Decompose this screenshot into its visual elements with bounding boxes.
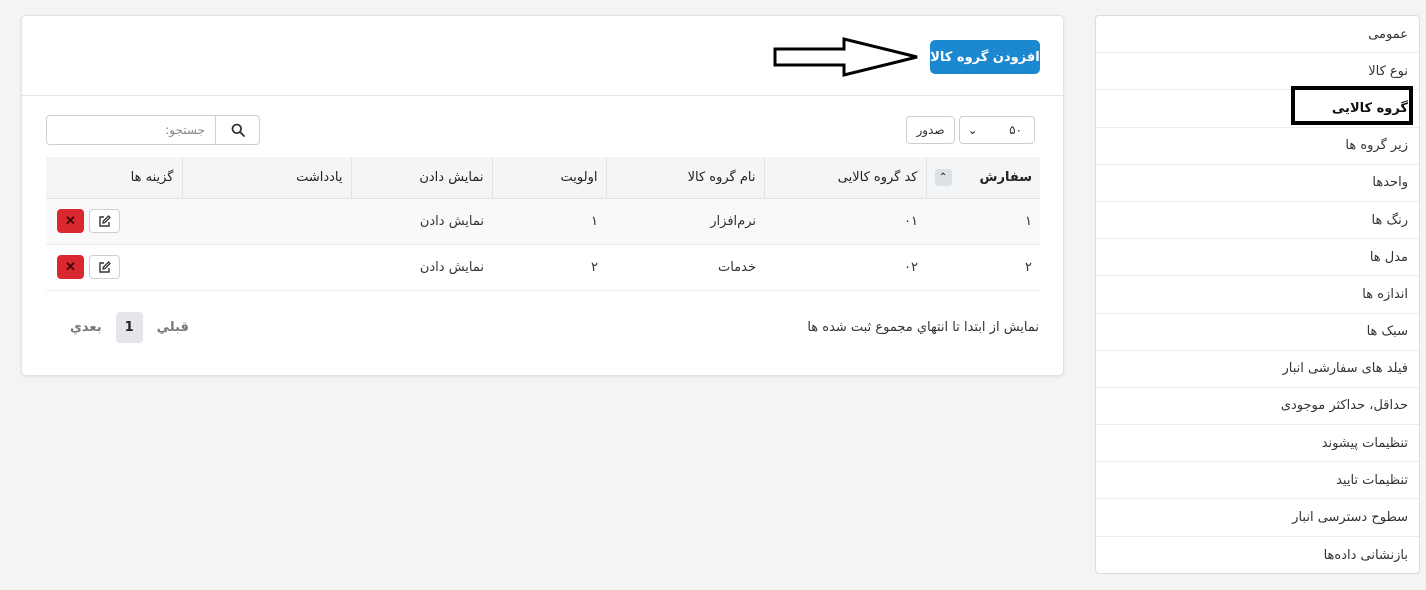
cell-note — [182, 244, 351, 291]
cell-options: ✕ — [46, 244, 182, 291]
delete-button[interactable]: ✕ — [57, 255, 84, 279]
column-header-priority[interactable]: اولویت — [491, 157, 606, 199]
sidebar-item-models[interactable]: مدل ها — [1096, 239, 1419, 277]
chevron-down-icon: ⌄ — [968, 123, 978, 137]
sidebar-item-subgroups[interactable]: زیر گروه ها — [1096, 128, 1419, 165]
sidebar-item-units[interactable]: واحدها — [1096, 165, 1419, 202]
settings-sidebar: عمومی نوع کالا گروه کالایی زیر گروه ها و… — [1095, 15, 1420, 574]
sort-ascending-icon[interactable]: ⌃ — [934, 168, 952, 186]
next-page-link[interactable]: بعدي — [70, 320, 102, 335]
cell-priority: ۱ — [492, 198, 606, 245]
sidebar-item-custom-fields[interactable]: فیلد های سفارشی انبار — [1096, 351, 1419, 388]
cell-options: ✕ — [46, 198, 182, 245]
table-row: ۲ ۰۲ خدمات ۲ نمایش دادن ✕ — [46, 244, 1040, 291]
cell-code: ۰۱ — [764, 198, 926, 245]
column-header-order[interactable]: سفارش ⌃ — [925, 157, 1040, 199]
sidebar-item-min-max-stock[interactable]: حداقل، حداکثر موجودی — [1096, 388, 1419, 426]
search-group — [46, 115, 260, 145]
cell-order: ۲ — [926, 244, 1040, 291]
cell-display: نمایش دادن — [351, 244, 492, 291]
product-group-table: سفارش ⌃ کد گروه کالایی نام گروه کالا اول… — [46, 157, 1040, 291]
sidebar-item-styles[interactable]: سبک ها — [1096, 314, 1419, 351]
current-page-button[interactable]: 1 — [115, 312, 143, 343]
page-size-value: ۵۰ — [1009, 123, 1022, 137]
cell-order: ۱ — [926, 198, 1040, 245]
table-row: ۱ ۰۱ نرم‌افزار ۱ نمایش دادن — [46, 198, 1040, 245]
sidebar-item-access-levels[interactable]: سطوح دسترسی انبار — [1096, 499, 1419, 537]
previous-page-link[interactable]: قبلي — [157, 320, 189, 335]
arrow-right-icon — [773, 37, 918, 77]
search-input[interactable] — [46, 115, 215, 145]
edit-icon — [99, 260, 111, 273]
edit-icon — [99, 214, 111, 227]
close-icon: ✕ — [65, 259, 76, 274]
search-button[interactable] — [215, 115, 260, 145]
table-header-row: سفارش ⌃ کد گروه کالایی نام گروه کالا اول… — [46, 157, 1040, 199]
sidebar-item-general[interactable]: عمومی — [1096, 16, 1419, 54]
add-product-group-button[interactable]: افزودن گروه کالا — [930, 40, 1040, 74]
cell-name: خدمات — [606, 244, 764, 291]
cell-note — [182, 198, 351, 245]
product-group-card: افزودن گروه کالا ⌄ ۵۰ صدور سفارش ⌃ — [21, 15, 1064, 376]
export-button[interactable]: صدور — [906, 116, 955, 144]
cell-name: نرم‌افزار — [606, 198, 764, 245]
edit-button[interactable] — [89, 209, 120, 233]
pagination: بعدي 1 قبلي — [70, 312, 189, 343]
delete-button[interactable]: ✕ — [57, 209, 84, 233]
edit-button[interactable] — [89, 255, 120, 279]
sidebar-item-prefix-settings[interactable]: تنظیمات پیشوند — [1096, 425, 1419, 463]
column-header-options: گزینه ها — [46, 157, 182, 199]
column-header-name[interactable]: نام گروه کالا — [605, 157, 764, 199]
sidebar-item-approval-settings[interactable]: تنظیمات تایید — [1096, 462, 1419, 500]
sidebar-item-sizes[interactable]: اندازه ها — [1096, 276, 1419, 314]
cell-code: ۰۲ — [764, 244, 926, 291]
table-info-text: نمایش از ابتدا تا انتهاي مجموع ثبت شده ه… — [807, 320, 1039, 335]
search-icon — [231, 123, 245, 137]
column-header-note[interactable]: یادداشت — [181, 157, 351, 199]
close-icon: ✕ — [65, 213, 76, 228]
sidebar-item-colors[interactable]: رنگ ها — [1096, 202, 1419, 240]
column-header-display[interactable]: نمایش دادن — [350, 157, 492, 199]
sidebar-item-product-group[interactable]: گروه کالایی — [1096, 90, 1419, 128]
column-header-code[interactable]: کد گروه کالایی — [763, 157, 926, 199]
cell-priority: ۲ — [492, 244, 606, 291]
cell-display: نمایش دادن — [351, 198, 492, 245]
sidebar-item-reset-data[interactable]: بازنشانی داده‌ها — [1096, 537, 1419, 573]
sidebar-item-product-type[interactable]: نوع کالا — [1096, 53, 1419, 91]
card-header: افزودن گروه کالا — [22, 16, 1063, 96]
page-size-select[interactable]: ⌄ ۵۰ — [959, 116, 1035, 144]
